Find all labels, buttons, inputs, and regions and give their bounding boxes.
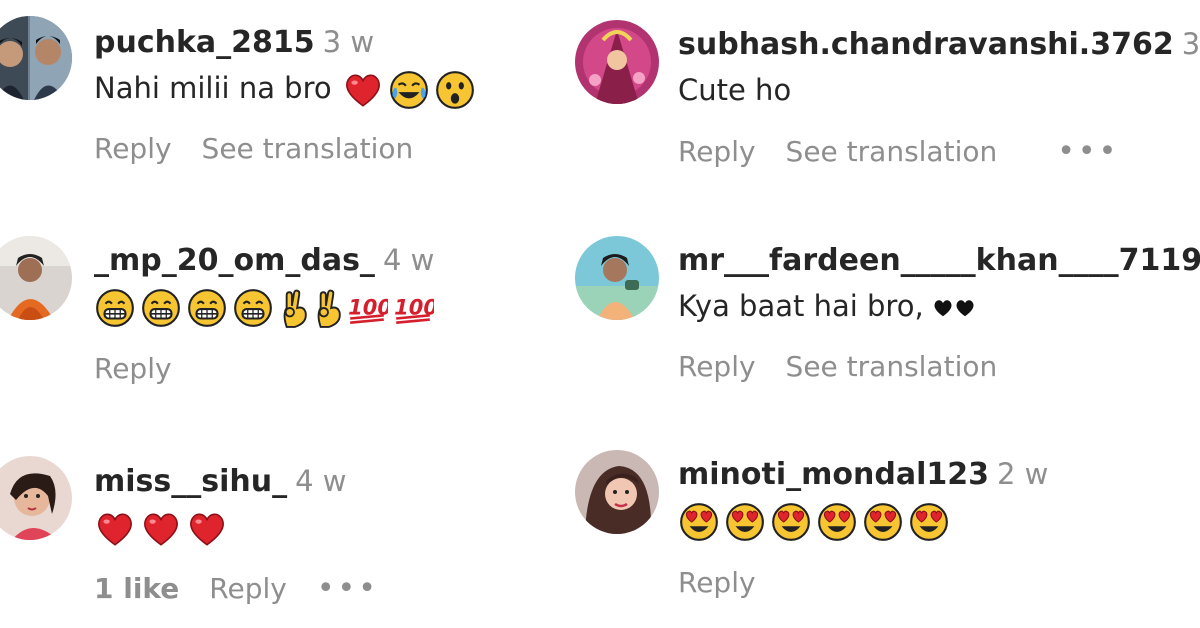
heart-eyes-emoji-icon: [816, 501, 858, 543]
see-translation-link[interactable]: See translation: [786, 135, 998, 168]
heart-eyes-emoji-icon: [770, 501, 812, 543]
timestamp: 4 w: [382, 243, 435, 277]
avatar-image: [0, 456, 72, 540]
see-translation-link[interactable]: See translation: [202, 132, 414, 165]
black-heart-emoji-icon: [954, 297, 976, 319]
reply-button[interactable]: Reply: [678, 135, 756, 168]
ok-hand-emoji-icon: [312, 287, 344, 329]
reply-button[interactable]: Reply: [678, 350, 756, 383]
timestamp: 3 w: [1181, 27, 1200, 61]
black-heart-emoji-icon: [932, 297, 954, 319]
grinning-emoji-icon: [186, 287, 228, 329]
red-heart-emoji-icon: [342, 69, 384, 111]
tears-of-joy-emoji-icon: [388, 69, 430, 111]
comment-body: Kya baat hai bro,: [678, 282, 1200, 330]
username[interactable]: _mp_20_om_das_: [94, 243, 375, 278]
avatar[interactable]: [0, 16, 72, 100]
reply-button[interactable]: Reply: [94, 352, 172, 385]
avatar[interactable]: [575, 236, 659, 320]
avatar[interactable]: [0, 456, 72, 540]
red-heart-emoji-icon: [94, 508, 136, 550]
reply-button[interactable]: Reply: [678, 566, 756, 599]
comment-text: Nahi milii na bro: [94, 71, 332, 105]
astonished-emoji-icon: [434, 69, 476, 111]
username[interactable]: subhash.chandravanshi.3762: [678, 27, 1174, 62]
comment-body: Cute ho: [678, 66, 1200, 114]
red-heart-emoji-icon: [140, 508, 182, 550]
username[interactable]: mr___fardeen_____khan____7119: [678, 243, 1200, 278]
avatar-image: [575, 20, 659, 104]
avatar-image: [575, 450, 659, 534]
like-count: 1 like: [94, 572, 180, 605]
comment-body: [678, 496, 1048, 544]
heart-eyes-emoji-icon: [724, 501, 766, 543]
red-heart-emoji-icon: [186, 508, 228, 550]
timestamp: 3 w: [322, 25, 375, 59]
heart-eyes-emoji-icon: [908, 501, 950, 543]
avatar-image: [575, 236, 659, 320]
avatar-image: [0, 236, 72, 320]
grinning-emoji-icon: [140, 287, 182, 329]
avatar-image: [0, 16, 72, 100]
grinning-emoji-icon: [94, 287, 136, 329]
comment-text: Kya baat hai bro,: [678, 289, 924, 323]
heart-eyes-emoji-icon: [678, 501, 720, 543]
hundred-emoji-icon: 100: [346, 287, 388, 329]
avatar[interactable]: [0, 236, 72, 320]
hundred-emoji-icon: 100: [392, 287, 434, 329]
reply-button[interactable]: Reply: [94, 132, 172, 165]
more-options-icon[interactable]: •••: [1057, 134, 1119, 169]
timestamp: 2 w: [997, 457, 1049, 491]
reply-button[interactable]: Reply: [209, 572, 287, 605]
avatar[interactable]: [575, 20, 659, 104]
comment-body: Nahi milii na bro: [94, 64, 480, 112]
heart-eyes-emoji-icon: [862, 501, 904, 543]
username[interactable]: miss__sihu_: [94, 464, 287, 499]
grinning-emoji-icon: [232, 287, 274, 329]
username[interactable]: minoti_mondal123: [678, 457, 989, 492]
comment-text: Cute ho: [678, 73, 792, 107]
comment-body: [94, 503, 379, 551]
avatar[interactable]: [575, 450, 659, 534]
see-translation-link[interactable]: See translation: [786, 350, 998, 383]
username[interactable]: puchka_2815: [94, 25, 315, 60]
timestamp: 4 w: [295, 464, 347, 498]
more-options-icon[interactable]: •••: [317, 571, 379, 606]
comment-body: 100 100: [94, 282, 438, 330]
ok-hand-emoji-icon: [278, 287, 310, 329]
